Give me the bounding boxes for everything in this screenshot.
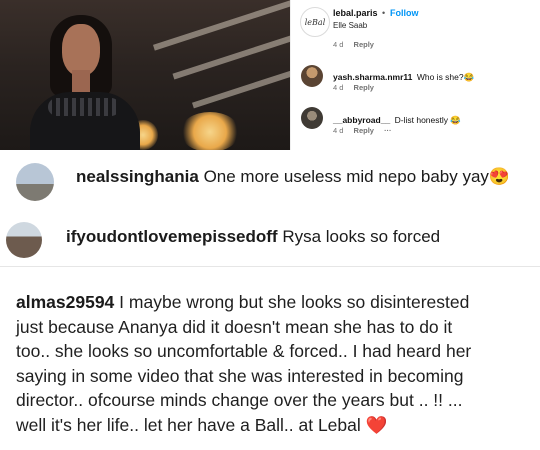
- follow-button[interactable]: Follow: [390, 8, 419, 18]
- avatar-logo: leBal: [304, 17, 326, 27]
- post-photo[interactable]: [0, 0, 290, 150]
- comment-line: nealssinghania One more useless mid nepo…: [76, 167, 510, 187]
- commenter-avatar[interactable]: [16, 163, 54, 201]
- comment-line: almas29594 I maybe wrong but she looks s…: [16, 290, 540, 315]
- comment-username[interactable]: ifyoudontlovemepissedoff: [66, 227, 278, 246]
- reply-button[interactable]: Reply: [354, 40, 374, 49]
- commenter-avatar[interactable]: [301, 107, 323, 129]
- comment-username[interactable]: almas29594: [16, 292, 114, 312]
- comment-line: ifyoudontlovemepissedoff Rysa looks so f…: [66, 227, 440, 247]
- comment-text: One more useless mid nepo baby yay😍: [203, 167, 511, 186]
- commenter-avatar[interactable]: [6, 222, 42, 258]
- comment-text: Who is she?😂: [416, 72, 475, 82]
- reply-button[interactable]: Reply: [354, 83, 374, 92]
- separator-dot: •: [382, 8, 386, 18]
- comment-line: too.. she looks so uncomfortable & force…: [16, 341, 472, 361]
- comment-line: well it's her life.. let her have a Ball…: [16, 414, 388, 435]
- comment-text: I maybe wrong but she looks so disintere…: [119, 292, 470, 312]
- comment-meta: 4 d Reply ···: [333, 126, 392, 135]
- divider: [0, 266, 540, 267]
- post-subtitle: Elle Saab: [333, 21, 368, 30]
- comment-line: director.. ofcourse minds change over th…: [16, 390, 463, 410]
- comment-username[interactable]: yash.sharma.nmr11: [333, 72, 412, 82]
- reply-button[interactable]: Reply: [354, 126, 374, 135]
- comment-row: nealssinghania One more useless mid nepo…: [0, 155, 540, 207]
- comment-meta: 4 d Reply: [333, 83, 374, 92]
- comment-time: 4 d: [333, 83, 344, 92]
- post-author-avatar[interactable]: leBal: [300, 7, 330, 37]
- comment-text: Rysa looks so forced: [282, 227, 441, 246]
- comment-line: just because Ananya did it doesn't mean …: [16, 316, 453, 337]
- comment-username[interactable]: __abbyroad__: [333, 115, 390, 125]
- comment-username[interactable]: nealssinghania: [76, 167, 199, 186]
- post-author-username[interactable]: lebal.paris: [333, 8, 378, 18]
- post-comments-panel: leBal lebal.paris • Follow Elle Saab 4 d…: [290, 0, 540, 150]
- comment-text: D-list honestly 😂: [394, 115, 461, 125]
- comment-time: 4 d: [333, 40, 344, 49]
- comment-time: 4 d: [333, 126, 344, 135]
- comment-meta: 4 d Reply: [333, 40, 374, 49]
- comment-line: saying in some video that she was intere…: [16, 365, 464, 386]
- comment-row: ifyoudontlovemepissedoff Rysa looks so f…: [0, 218, 540, 258]
- long-comment: almas29594 I maybe wrong but she looks s…: [16, 290, 540, 437]
- more-options-icon[interactable]: ···: [384, 126, 392, 135]
- commenter-avatar[interactable]: [301, 65, 323, 87]
